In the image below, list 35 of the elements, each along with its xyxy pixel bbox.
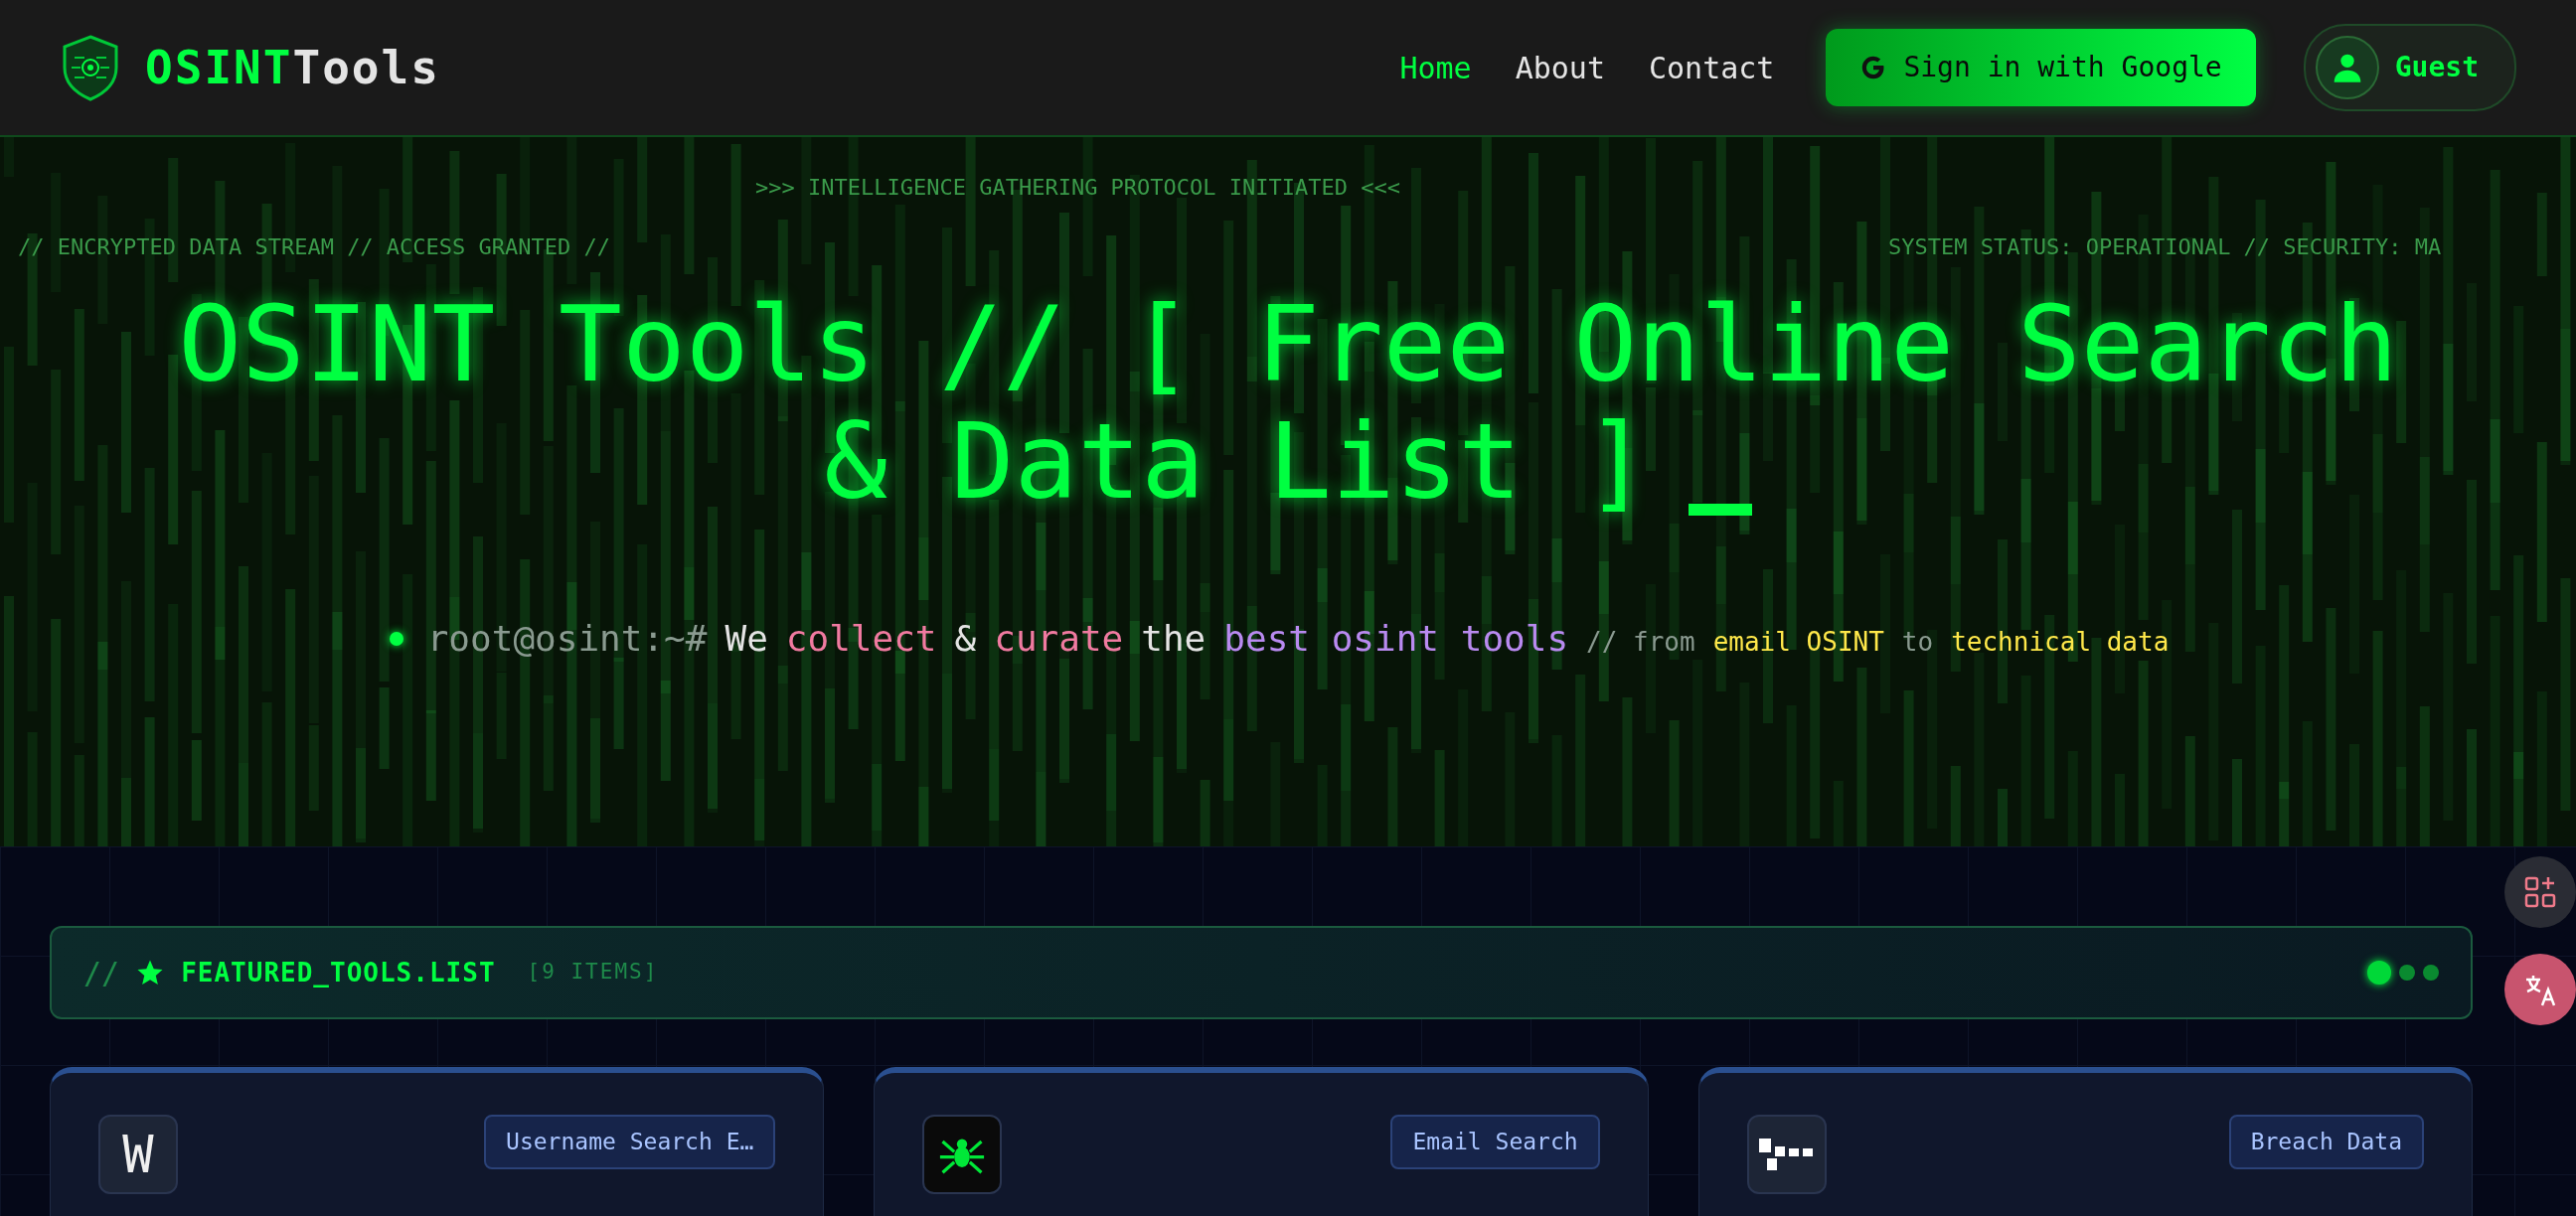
nav-link[interactable]: Contact <box>1626 45 1797 90</box>
spider-icon <box>922 1115 1003 1194</box>
status-dot-icon <box>2399 965 2415 981</box>
tagline-text: to <box>1901 626 1934 659</box>
tagline-text: technical data <box>1951 626 2170 659</box>
tagline-text: email OSINT <box>1712 626 1884 659</box>
category-tag: Email Search <box>1390 1115 1600 1169</box>
comment-prefix: // <box>83 954 120 992</box>
tagline-text: We <box>724 617 768 661</box>
tagline-text: curate <box>994 617 1124 661</box>
item-count: [9 ITEMS] <box>527 959 659 987</box>
section-title: FEATURED_TOOLS.LIST <box>181 956 496 989</box>
tagline-text: the <box>1141 617 1207 661</box>
sign-in-button[interactable]: Sign in with Google <box>1826 29 2256 106</box>
status-overlay-text: >>> INTELLIGENCE GATHERING PROTOCOL INITIATED <<< <box>755 174 1400 202</box>
user-avatar-icon <box>2315 36 2379 99</box>
status-overlay-text: // ENCRYPTED DATA STREAM // ACCESS GRANTED // <box>18 233 611 261</box>
tool-logo: W <box>98 1115 178 1194</box>
tagline-text: collect <box>785 617 937 661</box>
category-tag: Breach Data <box>2228 1115 2424 1169</box>
status-overlay-text: SYSTEM STATUS: OPERATIONAL // SECURITY: MA <box>1888 233 2442 261</box>
block-logo-icon <box>1746 1115 1827 1194</box>
category-tag: Username Search E… <box>484 1115 776 1169</box>
tagline-text: & <box>954 617 977 661</box>
tagline-text: // from <box>1586 626 1695 659</box>
terminal-prompt: root@osint:~# <box>426 617 708 661</box>
nav-link[interactable]: About <box>1493 45 1627 90</box>
status-dot-icon <box>2367 961 2391 985</box>
status-dot-icon <box>389 632 403 646</box>
nav-link[interactable]: Home <box>1377 45 1494 90</box>
status-dot-icon <box>2423 965 2439 981</box>
cursor-icon <box>1688 504 1752 516</box>
tagline-text: best osint tools <box>1223 617 1569 661</box>
brand-link[interactable]: OSINTTools <box>145 33 440 102</box>
user-menu-button[interactable]: Guest <box>2303 24 2516 111</box>
